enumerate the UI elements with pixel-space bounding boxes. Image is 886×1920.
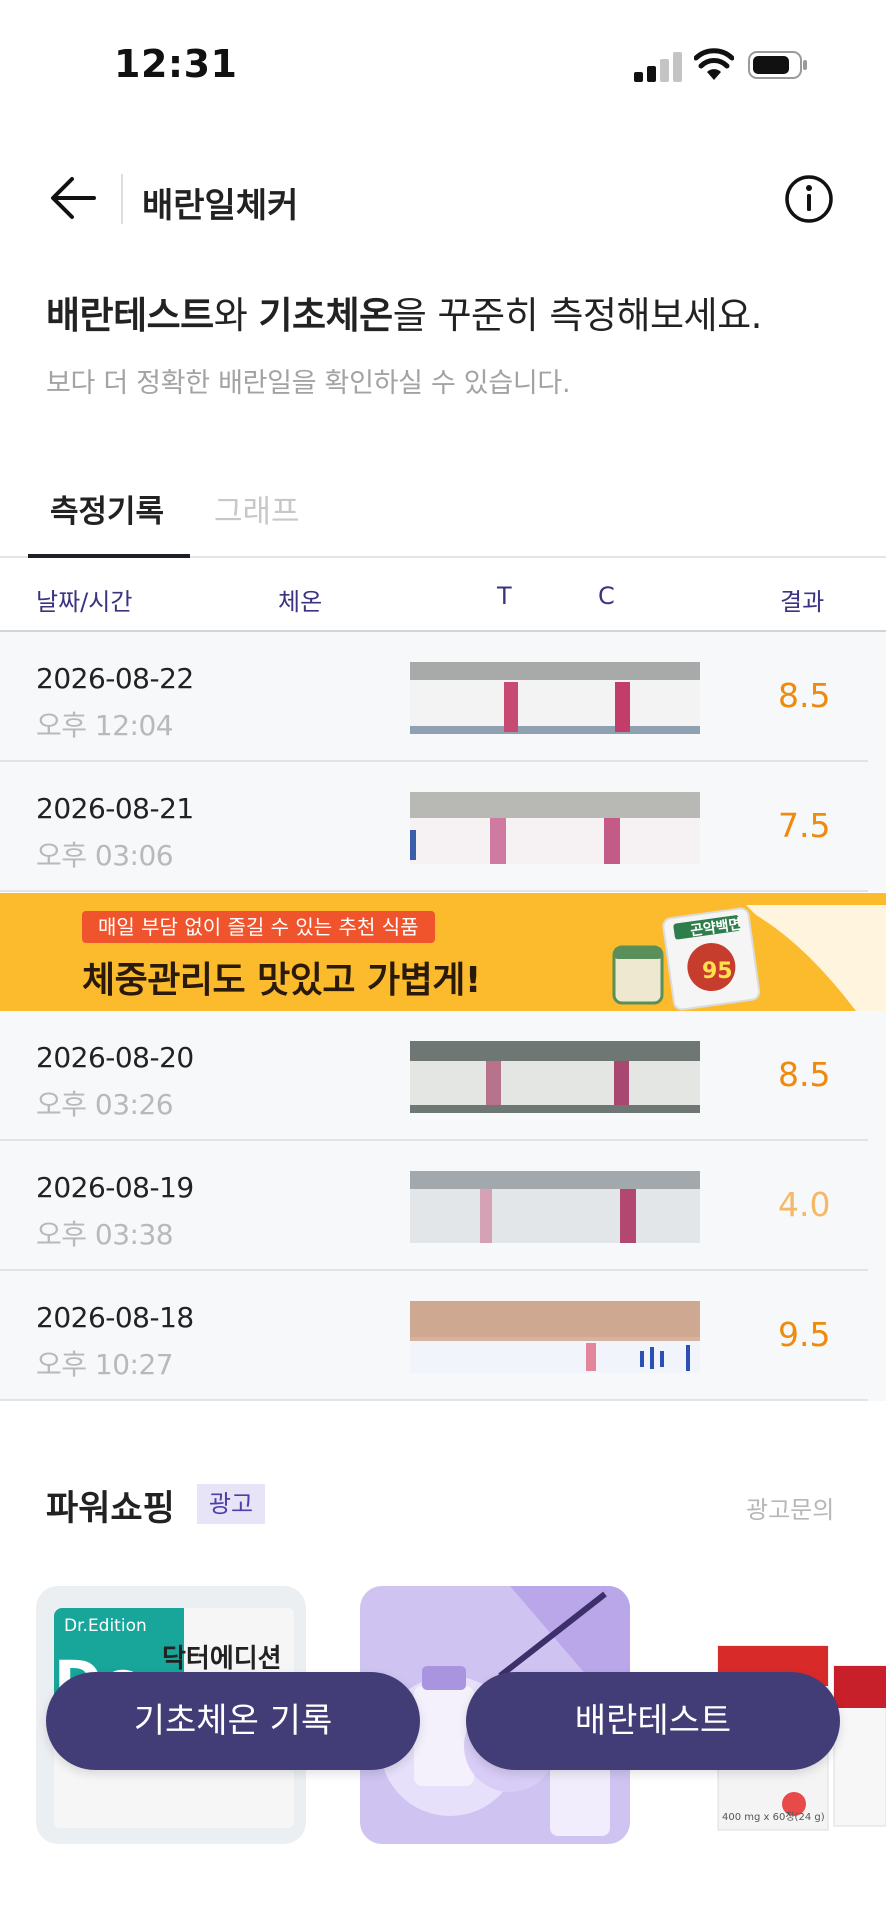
column-header-t: T [497,582,512,610]
banner-product-number: 95 [702,959,733,984]
record-bbt-button[interactable]: 기초체온 기록 [46,1672,420,1770]
test-strip-photo [410,792,700,864]
battery-icon [748,51,807,79]
row-result: 4.0 [778,1185,831,1224]
test-strip-photo [410,662,700,734]
row-date: 2026-08-20 [36,1041,194,1074]
back-arrow-icon[interactable] [44,170,104,226]
info-icon[interactable] [782,172,836,226]
column-header-result: 결과 [780,588,825,616]
row-date: 2026-08-21 [36,792,194,825]
headline-keyword-bbt: 기초체온 [258,294,394,337]
table-row[interactable]: 2026-08-20 오후 03:26 8.5 [0,1011,886,1141]
banner-pill: 매일 부담 없이 즐길 수 있는 추천 식품 [82,911,435,943]
row-result: 8.5 [778,676,831,715]
tab-graph[interactable]: 그래프 [214,486,300,531]
banner-title: 체중관리도 맛있고 가볍게! [82,960,481,1001]
table-row[interactable]: 2026-08-19 오후 03:38 4.0 [0,1141,886,1271]
table-header: 날짜/시간 체온 T C 결과 [0,558,886,632]
ovulation-test-button[interactable]: 배란테스트 [466,1672,840,1770]
test-strip-photo [410,1171,700,1243]
row-result: 9.5 [778,1315,831,1354]
product-caption: 400 mg x 60정(24 g) [722,1812,825,1823]
banner-product-image [612,905,886,1011]
tab-records[interactable]: 측정기록 [50,486,164,531]
cellular-signal-icon [634,52,682,82]
row-result: 8.5 [778,1055,831,1094]
headline-keyword-ovulation: 배란테스트 [46,294,214,337]
row-time: 오후 12:04 [36,709,174,742]
row-result: 7.5 [778,806,831,845]
status-bar: 12:31 [0,0,886,120]
row-date: 2026-08-19 [36,1171,194,1204]
row-time: 오후 10:27 [36,1348,174,1381]
row-time: 오후 03:26 [36,1088,174,1121]
table-row[interactable]: 2026-08-21 오후 03:06 7.5 [0,762,886,892]
intro-headline: 배란테스트와 기초체온을 꾸준히 측정해보세요. [46,285,866,339]
header-divider [121,174,123,224]
tab-bar: 측정기록 그래프 [0,470,886,559]
test-strip-photo [410,1301,700,1373]
row-date: 2026-08-22 [36,662,194,695]
product-brand: Dr.Edition [64,1616,147,1636]
section-title: 파워쇼핑 [46,1489,175,1529]
column-header-c: C [598,582,615,610]
status-time: 12:31 [114,42,238,86]
intro-subtitle: 보다 더 정확한 배란일을 확인하실 수 있습니다. [46,368,571,399]
headline-text: 을 꾸준히 측정해보세요. [392,294,763,337]
table-row[interactable]: 2026-08-22 오후 12:04 8.5 [0,632,886,762]
product-name: 닥터에디션 [162,1644,282,1674]
row-date: 2026-08-18 [36,1301,194,1334]
ad-inquiry-link[interactable]: 광고문의 [746,1490,834,1525]
wifi-icon [694,48,734,80]
column-header-date: 날짜/시간 [36,588,133,616]
row-time: 오후 03:06 [36,839,174,872]
banner-ad[interactable]: 매일 부담 없이 즐길 수 있는 추천 식품 체중관리도 맛있고 가볍게! 곤약… [0,893,886,1011]
ad-badge: 광고 [197,1484,265,1524]
intro-section: 배란테스트와 기초체온을 꾸준히 측정해보세요. 보다 더 정확한 배란일을 확… [46,285,866,400]
headline-text: 와 [213,294,259,337]
test-strip-photo [410,1041,700,1113]
table-row[interactable]: 2026-08-18 오후 10:27 9.5 [0,1271,886,1401]
row-time: 오후 03:38 [36,1218,174,1251]
app-header: 배란일체커 [0,150,886,246]
page-title: 배란일체커 [142,186,299,226]
column-header-temp: 체온 [278,588,323,616]
